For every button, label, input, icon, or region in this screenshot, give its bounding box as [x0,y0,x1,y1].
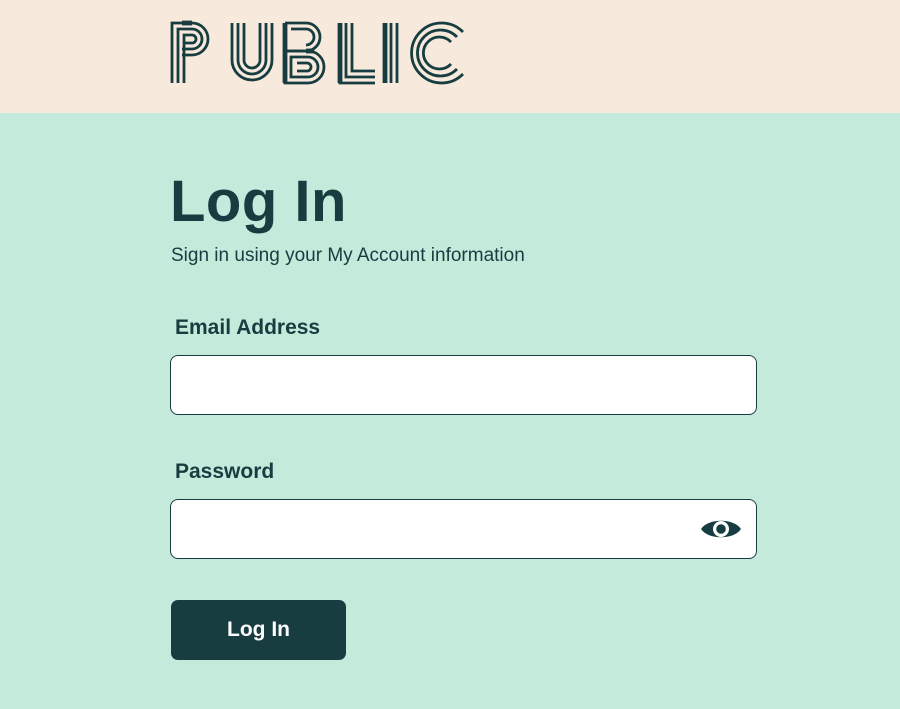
page-title: Log In [170,169,347,234]
public-logo[interactable] [170,20,470,86]
page-subtitle: Sign in using your My Account informatio… [171,245,525,266]
public-logo-mark [170,20,464,85]
login-button[interactable]: Log In [171,600,346,660]
show-password-toggle[interactable] [699,513,743,545]
email-label: Email Address [175,316,321,339]
password-field[interactable] [170,499,757,559]
site-header [0,0,900,113]
password-label: Password [175,460,275,483]
login-section: Log In Sign in using your My Account inf… [0,113,900,709]
eye-icon [701,520,741,538]
email-field[interactable] [170,355,757,415]
